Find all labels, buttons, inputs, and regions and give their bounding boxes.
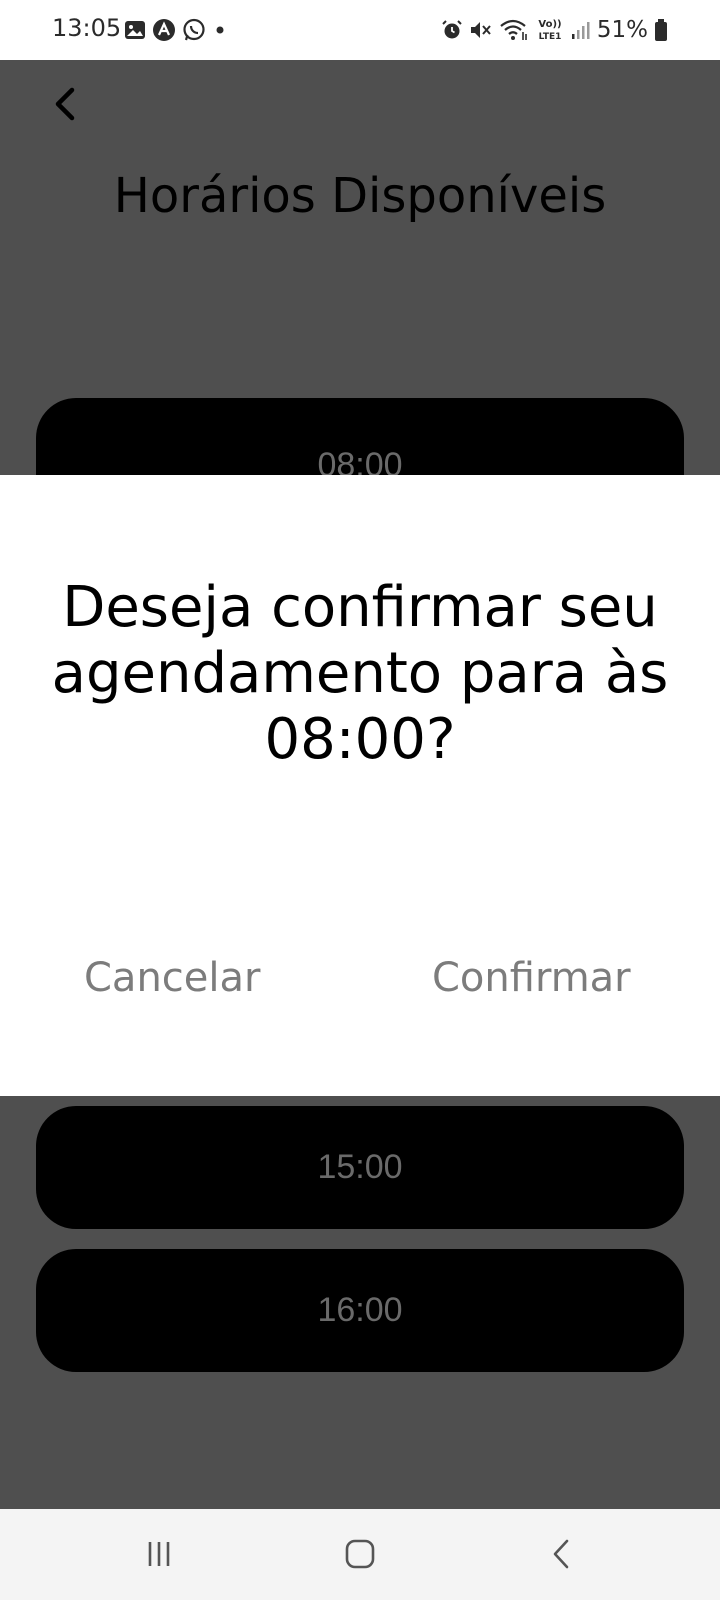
signal-icon — [571, 22, 590, 39]
svg-text:Vo)): Vo)) — [538, 19, 561, 30]
cancel-button[interactable]: Cancelar — [84, 955, 260, 1001]
back-button[interactable] — [46, 82, 86, 126]
nav-back-button[interactable] — [537, 1531, 587, 1577]
app-icon — [153, 19, 175, 41]
time-slot-1500[interactable]: 15:00 — [36, 1106, 684, 1229]
confirm-button[interactable]: Confirmar — [432, 955, 631, 1001]
dialog-message: Deseja confirmar seu agendamento para às… — [51, 575, 669, 772]
status-time: 13:05 — [52, 14, 122, 42]
home-button[interactable] — [335, 1531, 385, 1577]
dot-icon — [216, 26, 224, 34]
battery-percent: 51% — [596, 17, 648, 43]
battery-icon — [655, 19, 667, 41]
confirm-dialog: Deseja confirmar seu agendamento para às… — [0, 475, 720, 1096]
time-slot-label: 15:00 — [317, 1148, 403, 1186]
status-bar: 13:05 Vo)) LTE1 51% — [0, 0, 720, 60]
volte-icon: Vo)) LTE1 — [538, 19, 561, 42]
notification-icons — [124, 18, 228, 42]
time-slot-label: 16:00 — [317, 1291, 403, 1329]
alarm-icon — [442, 20, 462, 39]
svg-text:LTE1: LTE1 — [538, 32, 561, 42]
navigation-bar — [0, 1509, 720, 1600]
whatsapp-icon — [183, 18, 205, 41]
time-slot-1600[interactable]: 16:00 — [36, 1249, 684, 1372]
gallery-icon — [125, 21, 145, 39]
page-title: Horários Disponíveis — [113, 168, 607, 224]
home-icon — [345, 1539, 375, 1569]
wifi-icon — [500, 19, 527, 40]
back-icon — [553, 1539, 569, 1569]
chevron-left-icon — [55, 87, 75, 121]
recent-apps-icon — [148, 1542, 170, 1566]
mute-icon — [470, 22, 491, 38]
recent-apps-button[interactable] — [134, 1531, 184, 1577]
system-icons: Vo)) LTE1 51% — [441, 14, 668, 46]
